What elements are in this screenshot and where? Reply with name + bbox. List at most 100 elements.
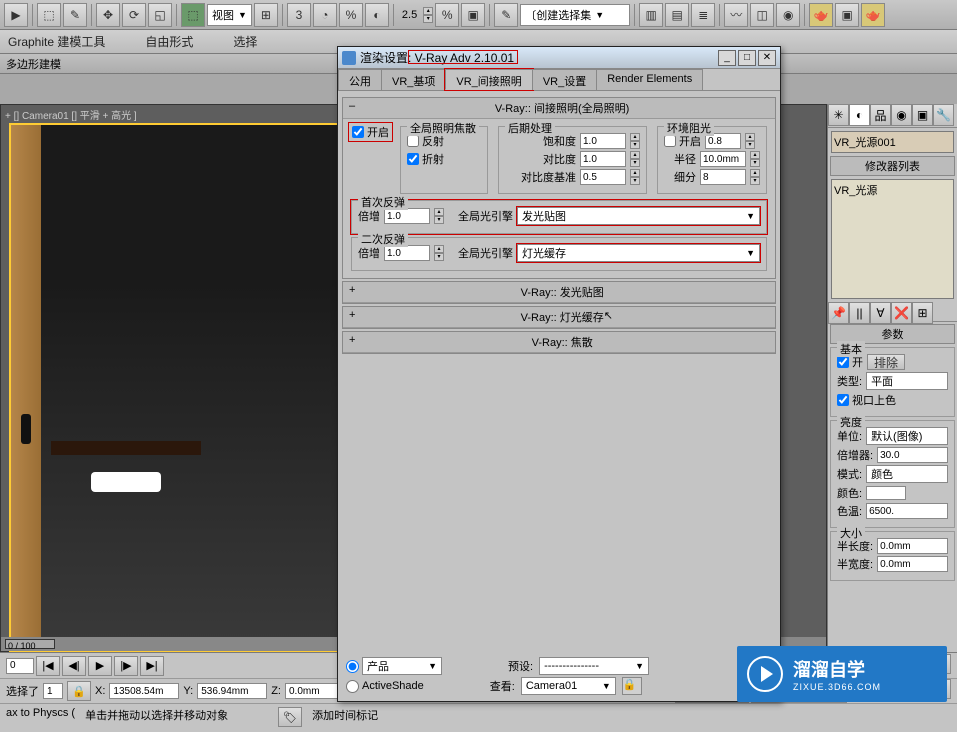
- snap3-icon[interactable]: 3: [287, 3, 311, 27]
- prev-frame-icon[interactable]: ◀|: [62, 656, 86, 676]
- namedset-icon[interactable]: ✎: [494, 3, 518, 27]
- motion-tab-icon[interactable]: ◉: [891, 104, 912, 126]
- saturation-input[interactable]: [580, 133, 626, 149]
- ribbon-modeling[interactable]: Graphite 建模工具: [8, 33, 105, 50]
- create-set-combo[interactable]: 〔创建选择集▼: [520, 4, 630, 26]
- goto-end-icon[interactable]: ▶|: [140, 656, 164, 676]
- color-swatch[interactable]: [866, 486, 906, 500]
- mirror-icon[interactable]: ▣: [461, 3, 485, 27]
- multiplier-input[interactable]: [877, 447, 948, 463]
- ribbon-freeform[interactable]: 自由形式: [145, 33, 193, 50]
- pin-icon[interactable]: 📌: [828, 302, 849, 324]
- viewport-color-checkbox[interactable]: 视口上色: [837, 392, 896, 408]
- next-frame-icon[interactable]: |▶: [114, 656, 138, 676]
- exclude-button[interactable]: 排除: [867, 354, 905, 370]
- type-dropdown[interactable]: 平面: [866, 372, 948, 390]
- timetag-icon[interactable]: 🏷: [278, 707, 302, 727]
- secondary-engine-dropdown[interactable]: 灯光缓存▼: [517, 244, 760, 262]
- tab-indirect[interactable]: VR_间接照明: [445, 69, 532, 90]
- view-dropdown[interactable]: Camera01▼: [521, 677, 616, 695]
- show-end-icon[interactable]: ||: [849, 302, 870, 324]
- object-name-field[interactable]: VR_光源001: [831, 131, 954, 153]
- mat-ed-icon[interactable]: ◉: [776, 3, 800, 27]
- configure-icon[interactable]: ⊞: [912, 302, 933, 324]
- move-icon[interactable]: ✥: [96, 3, 120, 27]
- x-input[interactable]: [109, 683, 179, 699]
- lock-view-button[interactable]: 🔒: [622, 677, 642, 695]
- unit-dropdown[interactable]: 默认(图像): [866, 427, 948, 445]
- rotate-icon[interactable]: ⟳: [122, 3, 146, 27]
- modify-tab-icon[interactable]: ◐: [849, 104, 870, 126]
- contrast-input[interactable]: [580, 151, 626, 167]
- view-combo[interactable]: 视图▼: [207, 4, 252, 26]
- spinner-snap-icon[interactable]: ◐: [365, 3, 389, 27]
- irradiance-rollout[interactable]: +V-Ray:: 发光贴图: [342, 281, 776, 304]
- close-button[interactable]: ✕: [758, 50, 776, 66]
- refract-checkbox[interactable]: 折射: [407, 151, 444, 167]
- command-panel: ✳ ◐ 品 ◉ ▣ 🔧 VR_光源001 修改器列表 VR_光源 📌 || ∀ …: [827, 104, 957, 652]
- hierarchy-tab-icon[interactable]: 品: [870, 104, 891, 126]
- display-tab-icon[interactable]: ▣: [912, 104, 933, 126]
- create-tab-icon[interactable]: ✳: [828, 104, 849, 126]
- tab-settings[interactable]: VR_设置: [532, 69, 597, 90]
- layer-icon[interactable]: ≣: [691, 3, 715, 27]
- render-setup-icon[interactable]: 🫖: [809, 3, 833, 27]
- ao-radius-input[interactable]: [700, 151, 746, 167]
- arrow-icon[interactable]: ▶: [4, 3, 28, 27]
- rendered-frame-icon[interactable]: ▣: [835, 3, 859, 27]
- angle-snap-icon[interactable]: ◔: [313, 3, 337, 27]
- timeline-thumb[interactable]: 0 / 100: [5, 639, 55, 649]
- paint-icon[interactable]: ✎: [63, 3, 87, 27]
- hint-left: ax to Physcs (: [6, 707, 75, 727]
- temp-input[interactable]: [866, 503, 948, 519]
- scale-icon[interactable]: ◱: [148, 3, 172, 27]
- spinner[interactable]: ▴▾: [423, 7, 433, 23]
- ribbon-selection[interactable]: 选择: [233, 33, 257, 50]
- tab-common[interactable]: 公用: [338, 69, 382, 90]
- goto-start-icon[interactable]: |◀: [36, 656, 60, 676]
- render-icon[interactable]: 🫖: [861, 3, 885, 27]
- minimize-button[interactable]: _: [718, 50, 736, 66]
- caustics-rollout[interactable]: +V-Ray:: 焦散: [342, 331, 776, 354]
- gi-rollout-header[interactable]: –V-Ray:: 间接照明(全局照明): [343, 98, 775, 119]
- mode-dropdown[interactable]: 颜色: [866, 465, 948, 483]
- poly-modeling-label[interactable]: 多边形建模: [6, 56, 61, 72]
- util-tab-icon[interactable]: 🔧: [933, 104, 954, 126]
- z-input[interactable]: [285, 683, 345, 699]
- gi-on-checkbox[interactable]: 开启: [349, 123, 392, 141]
- half-length-input[interactable]: [877, 538, 948, 554]
- primary-engine-dropdown[interactable]: 发光贴图▼: [517, 207, 760, 225]
- product-radio[interactable]: 产品▼: [346, 657, 442, 675]
- viewport-canvas[interactable]: [9, 123, 339, 653]
- maximize-button[interactable]: □: [738, 50, 756, 66]
- unique-icon[interactable]: ∀: [870, 302, 891, 324]
- lightcache-rollout[interactable]: +V-Ray:: 灯光缓存↖: [342, 306, 776, 329]
- ref-icon[interactable]: ⬚: [181, 3, 205, 27]
- activeshade-radio[interactable]: ActiveShade: [346, 680, 424, 693]
- contrast-base-input[interactable]: [580, 169, 626, 185]
- modifier-stack[interactable]: VR_光源: [831, 179, 954, 299]
- axis-icon[interactable]: ⊞: [254, 3, 278, 27]
- primary-mult-input[interactable]: [384, 208, 430, 224]
- curve-ed-icon[interactable]: 〰: [724, 3, 748, 27]
- half-width-input[interactable]: [877, 556, 948, 572]
- ao-subdivs-input[interactable]: [700, 169, 746, 185]
- play-icon[interactable]: ▶: [88, 656, 112, 676]
- align-icon[interactable]: ▤: [665, 3, 689, 27]
- y-input[interactable]: [197, 683, 267, 699]
- tab-vray[interactable]: VR_基项: [381, 69, 446, 90]
- remove-mod-icon[interactable]: ❌: [891, 302, 912, 324]
- dialog-titlebar[interactable]: 渲染设置: V-Ray Adv 2.10.01 _ □ ✕: [338, 47, 780, 69]
- percent-icon[interactable]: %: [435, 3, 459, 27]
- tab-render-elements[interactable]: Render Elements: [596, 69, 703, 90]
- lock-sel-icon[interactable]: 🔒: [67, 681, 91, 701]
- frame-input[interactable]: [6, 658, 34, 674]
- secondary-mult-input[interactable]: [384, 245, 430, 261]
- schematic-icon[interactable]: ◫: [750, 3, 774, 27]
- select-icon[interactable]: ⬚: [37, 3, 61, 27]
- preset-dropdown[interactable]: ---------------▼: [539, 657, 649, 675]
- mirror2-icon[interactable]: ▥: [639, 3, 663, 27]
- watermark-play-icon: [747, 656, 783, 692]
- modifier-list-label[interactable]: 修改器列表: [830, 156, 955, 176]
- pct-snap-icon[interactable]: %: [339, 3, 363, 27]
